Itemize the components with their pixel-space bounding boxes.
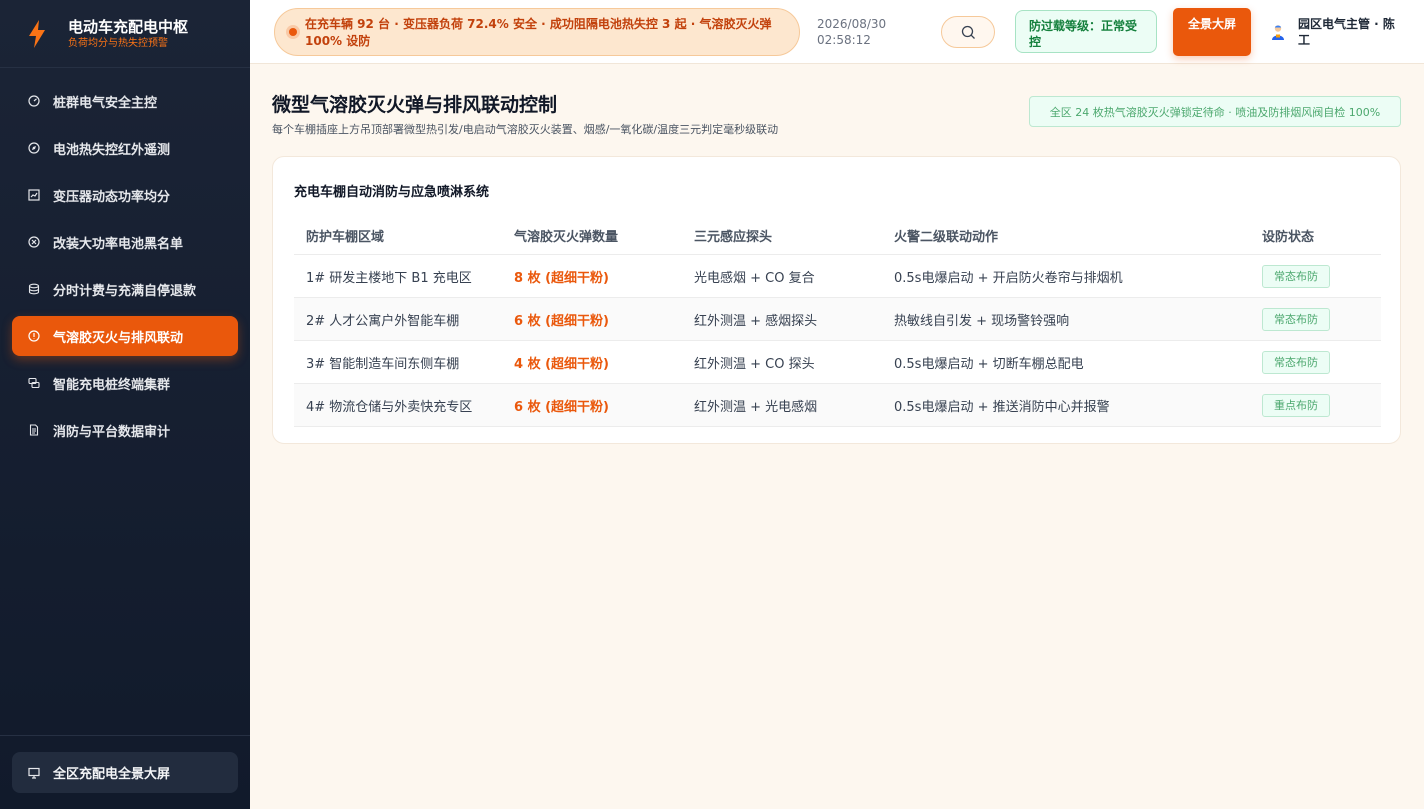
chart-icon <box>28 189 40 201</box>
sidebar-item-charger-cluster[interactable]: 智能充电桩终端集群 <box>12 363 238 403</box>
brand-subtitle: 负荷均分与热失控预警 <box>68 37 168 49</box>
lightning-icon <box>29 19 45 48</box>
action-cell: 0.5s电爆启动 + 开启防火卷帘与排烟机 <box>894 270 1123 286</box>
overload-level-badge: 防过载等级：正常受控 <box>1015 10 1157 53</box>
cluster-icon <box>28 377 40 389</box>
sidebar-item-label: 变压器动态功率均分 <box>53 189 171 205</box>
quantity-cell: 8 枚 (超细干粉) <box>514 270 609 286</box>
status-ticker: 在充车辆 92 台 · 变压器负荷 72.4% 安全 · 成功阻隔电池热失控 3… <box>274 8 800 56</box>
column-header: 三元感应探头 <box>694 230 773 245</box>
table-row[interactable]: 4# 物流仓储与外卖快充专区 6 枚 (超细干粉) 红外测温 + 光电感烟 0.… <box>294 384 1381 427</box>
sensor-cell: 红外测温 + 光电感烟 <box>694 399 818 415</box>
sensor-cell: 光电感烟 + CO 复合 <box>694 270 815 286</box>
fire-system-card: 充电车棚自动消防与应急喷淋系统 防护车棚区域 气溶胶灭火弹数量 三元感应探头 火… <box>272 156 1401 444</box>
sidebar-item-data-audit[interactable]: 消防与平台数据审计 <box>12 410 238 450</box>
sidebar-item-label: 消防与平台数据审计 <box>53 424 171 440</box>
current-date: 2026/08/30 <box>817 17 887 31</box>
sidebar-item-billing[interactable]: 分时计费与充满自停退款 <box>12 269 238 309</box>
sidebar-item-power-balance[interactable]: 变压器动态功率均分 <box>12 175 238 215</box>
zone-cell: 1# 研发主楼地下 B1 充电区 <box>306 270 472 286</box>
column-header: 气溶胶灭火弹数量 <box>514 230 619 245</box>
sensor-cell: 红外测温 + CO 探头 <box>694 356 815 372</box>
avatar <box>1272 25 1284 40</box>
quantity-cell: 6 枚 (超细干粉) <box>514 313 609 329</box>
ticker-text: 在充车辆 92 台 · 变压器负荷 72.4% 安全 · 成功阻隔电池热失控 3… <box>305 17 772 48</box>
sidebar-item-infrared-telemetry[interactable]: 电池热失控红外遥测 <box>12 128 238 168</box>
sidebar-item-label: 桩群电气安全主控 <box>53 95 158 111</box>
status-badge: 常态布防 <box>1262 264 1330 288</box>
sidebar-item-aerosol-fire[interactable]: 气溶胶灭火与排风联动 <box>12 316 238 356</box>
brand-title: 电动车充配电中枢 <box>68 17 189 36</box>
status-badge: 常态布防 <box>1262 307 1330 331</box>
zone-cell: 3# 智能制造车间东侧车棚 <box>306 356 460 372</box>
action-cell: 0.5s电爆启动 + 切断车棚总配电 <box>894 356 1084 372</box>
status-badge: 重点布防 <box>1262 393 1330 417</box>
current-time: 02:58:12 <box>817 33 871 47</box>
sidebar-item-label: 改装大功率电池黑名单 <box>53 236 184 252</box>
sidebar-item-battery-blacklist[interactable]: 改装大功率电池黑名单 <box>12 222 238 262</box>
fire-zone-table: 防护车棚区域 气溶胶灭火弹数量 三元感应探头 火警二级联动动作 设防状态 1# … <box>294 217 1381 427</box>
sensor-cell: 红外测温 + 感烟探头 <box>694 313 818 329</box>
column-header: 防护车棚区域 <box>306 230 385 245</box>
document-icon <box>28 424 40 436</box>
table-row[interactable]: 3# 智能制造车间东侧车棚 4 枚 (超细干粉) 红外测温 + CO 探头 0.… <box>294 341 1381 384</box>
search-icon <box>961 25 975 39</box>
table-header-row: 防护车棚区域 气溶胶灭火弹数量 三元感应探头 火警二级联动动作 设防状态 <box>294 217 1381 255</box>
self-check-status-badge: 全区 24 枚热气溶胶灭火弹锁定待命 · 喷油及防排烟风阀自检 100% <box>1029 96 1401 127</box>
card-title: 充电车棚自动消防与应急喷淋系统 <box>294 185 490 200</box>
action-cell: 0.5s电爆启动 + 推送消防中心并报警 <box>894 399 1110 415</box>
zone-cell: 4# 物流仓储与外卖快充专区 <box>306 399 473 415</box>
datetime: 2026/08/30 02:58:12 <box>817 16 886 48</box>
sidebar-item-label: 气溶胶灭火与排风联动 <box>53 330 184 346</box>
quantity-cell: 6 枚 (超细干粉) <box>514 399 609 415</box>
fullscreen-button[interactable]: 全景大屏 <box>1173 8 1251 56</box>
zone-cell: 2# 人才公寓户外智能车棚 <box>306 313 460 329</box>
sidebar-footer: 全区充配电全景大屏 <box>0 735 250 809</box>
action-cell: 热敏线自引发 + 现场警铃强响 <box>894 313 1070 329</box>
ban-icon <box>28 236 40 248</box>
sidebar-item-label: 电池热失控红外遥测 <box>53 142 171 158</box>
sidebar-item-label: 智能充电桩终端集群 <box>53 377 171 393</box>
page-subtitle: 每个车棚插座上方吊顶部署微型热引发/电启动气溶胶灭火装置、烟感/一氧化碳/温度三… <box>272 123 779 136</box>
column-header: 火警二级联动动作 <box>894 230 999 245</box>
gauge-icon <box>28 95 40 107</box>
quantity-cell: 4 枚 (超细干粉) <box>514 356 609 372</box>
sidebar-item-label: 分时计费与充满自停退款 <box>53 283 197 299</box>
sidebar-item-main-control[interactable]: 桩群电气安全主控 <box>12 81 238 121</box>
sidebar: 电动车充配电中枢 负荷均分与热失控预警 桩群电气安全主控 电池热失控红外遥测 变… <box>0 0 250 809</box>
panorama-screen-label: 全区充配电全景大屏 <box>53 767 171 782</box>
compass-icon <box>28 142 40 154</box>
monitor-icon <box>28 767 40 779</box>
status-badge: 常态布防 <box>1262 350 1330 374</box>
sidebar-nav: 桩群电气安全主控 电池热失控红外遥测 变压器动态功率均分 改装大功率电池黑名单 … <box>12 81 238 457</box>
search-button[interactable] <box>941 16 995 48</box>
table-row[interactable]: 2# 人才公寓户外智能车棚 6 枚 (超细干粉) 红外测温 + 感烟探头 热敏线… <box>294 298 1381 341</box>
live-dot-icon <box>289 28 297 36</box>
panorama-screen-button[interactable]: 全区充配电全景大屏 <box>12 752 238 793</box>
page-title: 微型气溶胶灭火弹与排风联动控制 <box>272 94 558 116</box>
database-icon <box>28 283 40 295</box>
table-row[interactable]: 1# 研发主楼地下 B1 充电区 8 枚 (超细干粉) 光电感烟 + CO 复合… <box>294 255 1381 298</box>
brand: 电动车充配电中枢 负荷均分与热失控预警 <box>0 0 250 68</box>
alert-icon <box>28 330 40 342</box>
user-profile[interactable]: 园区电气主管 · 陈工 <box>1270 16 1400 48</box>
column-header: 设防状态 <box>1262 230 1315 245</box>
user-name: 园区电气主管 · 陈工 <box>1298 17 1395 47</box>
top-header: 在充车辆 92 台 · 变压器负荷 72.4% 安全 · 成功阻隔电池热失控 3… <box>250 0 1424 64</box>
